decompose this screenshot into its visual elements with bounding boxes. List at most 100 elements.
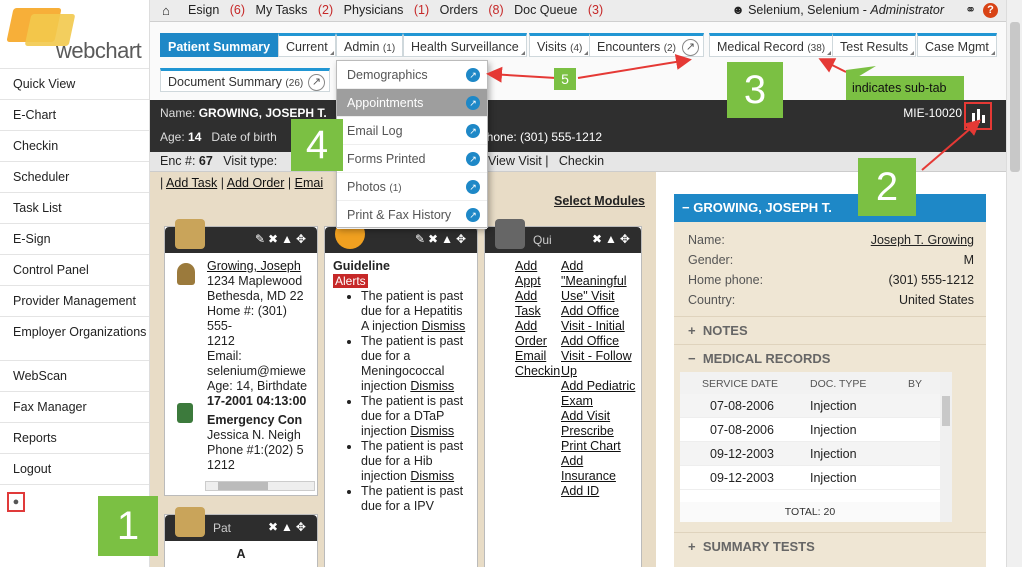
tab-test-results[interactable]: Test Results bbox=[832, 33, 917, 57]
admin-menu-item-label: Photos bbox=[347, 180, 386, 194]
col-service-date[interactable]: SERVICE DATE bbox=[702, 378, 778, 390]
col-by[interactable]: BY bbox=[908, 378, 922, 390]
medical-records-section-toggle[interactable]: − MEDICAL RECORDS bbox=[674, 344, 986, 372]
card-tools[interactable]: ✎✖▲✥ bbox=[415, 232, 469, 246]
email-label: Email: bbox=[207, 349, 242, 363]
open-external-icon[interactable]: ↗ bbox=[682, 39, 699, 56]
sidebar-item-reports[interactable]: Reports bbox=[0, 422, 149, 453]
open-external-icon[interactable]: ↗ bbox=[466, 180, 480, 194]
table-row[interactable]: 07-08-2006 Injection bbox=[680, 418, 952, 442]
user-role: Administrator bbox=[870, 3, 944, 17]
notes-section-toggle[interactable]: + NOTES bbox=[674, 316, 986, 344]
patient-summary-header[interactable]: − GROWING, JOSEPH T. bbox=[674, 194, 986, 222]
admin-menu-item-email-log[interactable]: Email Log ↗ bbox=[337, 117, 487, 145]
tab-health-surveillance[interactable]: Health Surveillance bbox=[403, 33, 527, 57]
add-pediatric-exam-link[interactable]: Add Pediatric Exam bbox=[561, 379, 639, 409]
add-mu-visit-link[interactable]: Add "Meaningful Use" Visit bbox=[561, 259, 639, 304]
patient-name-link[interactable]: Growing, Joseph bbox=[207, 259, 309, 274]
notepad-icon bbox=[175, 219, 205, 249]
add-task-link[interactable]: Add Task bbox=[515, 289, 563, 319]
add-insurance-link[interactable]: Add Insurance bbox=[561, 454, 639, 484]
sidebar-item-fax-manager[interactable]: Fax Manager bbox=[0, 391, 149, 422]
dismiss-link[interactable]: Dismiss bbox=[410, 424, 454, 438]
sidebar-item-webscan[interactable]: WebScan bbox=[0, 360, 149, 391]
admin-menu-item-photos[interactable]: Photos (1) ↗ bbox=[337, 173, 487, 201]
email-link[interactable]: Emai bbox=[295, 176, 323, 190]
view-visit-link[interactable]: View Visit bbox=[488, 154, 542, 168]
sidebar-item-logout[interactable]: Logout bbox=[0, 453, 149, 484]
card-hscrollbar[interactable] bbox=[205, 481, 315, 491]
print-chart-link[interactable]: Print Chart bbox=[561, 439, 639, 454]
patient-name-link[interactable]: Joseph T. Growing bbox=[871, 233, 974, 247]
checkin-link[interactable]: Checkin bbox=[515, 364, 563, 379]
add-order-link[interactable]: Add Order bbox=[515, 319, 563, 349]
tab-medical-record[interactable]: Medical Record (38) bbox=[709, 33, 834, 57]
open-external-icon[interactable]: ↗ bbox=[466, 152, 480, 166]
table-row[interactable]: 07-08-2006 Injection bbox=[680, 394, 952, 418]
admin-menu-item-demographics[interactable]: Demographics ↗ bbox=[337, 61, 487, 89]
table-row[interactable]: 09-12-2003 Injection bbox=[680, 466, 952, 490]
sidebar-item-checkin[interactable]: Checkin bbox=[0, 130, 149, 161]
add-order-link[interactable]: Add Order bbox=[227, 176, 285, 190]
email-value: selenium@miewe bbox=[207, 364, 306, 378]
subtab-note: indicates sub-tab bbox=[846, 76, 964, 100]
tab-case-mgmt[interactable]: Case Mgmt bbox=[917, 33, 997, 57]
table-scrollbar[interactable] bbox=[940, 372, 952, 522]
sidebar-item-employer-organizations[interactable]: Employer Organizations bbox=[0, 316, 149, 360]
dismiss-link[interactable]: Dismiss bbox=[410, 379, 454, 393]
current-user[interactable]: ☻ Selenium, Selenium - Administrator bbox=[731, 3, 944, 17]
chart-view-icon[interactable] bbox=[964, 102, 992, 130]
webchart-logo[interactable]: webchart bbox=[0, 0, 149, 68]
admin-menu-item-print-fax-history[interactable]: Print & Fax History ↗ bbox=[337, 201, 487, 229]
tab-current[interactable]: Current bbox=[278, 33, 336, 57]
topnav-physicians[interactable]: Physicians (1) bbox=[344, 3, 430, 17]
add-office-visit-followup-link[interactable]: Add Office Visit - Follow Up bbox=[561, 334, 639, 379]
tab-patient-summary[interactable]: Patient Summary bbox=[160, 33, 279, 57]
col-doc-type[interactable]: DOC. TYPE bbox=[810, 378, 866, 390]
open-external-icon[interactable]: ↗ bbox=[466, 96, 480, 110]
add-id-link[interactable]: Add ID bbox=[561, 484, 639, 499]
admin-menu-item-forms-printed[interactable]: Forms Printed ↗ bbox=[337, 145, 487, 173]
topnav-my-tasks[interactable]: My Tasks (2) bbox=[256, 3, 334, 17]
select-modules-link[interactable]: Select Modules bbox=[554, 194, 645, 208]
dismiss-link[interactable]: Dismiss bbox=[421, 319, 465, 333]
add-task-link[interactable]: Add Task bbox=[166, 176, 217, 190]
table-row[interactable]: 09-12-2003 Injection bbox=[680, 442, 952, 466]
admin-subtab-menu: Demographics ↗ Appointments ↗ Email Log ↗ Form… bbox=[336, 60, 488, 229]
tab-visits[interactable]: Visits (4) bbox=[529, 33, 591, 57]
home-phone-cont: 1212 bbox=[207, 334, 235, 348]
add-office-visit-initial-link[interactable]: Add Office Visit - Initial bbox=[561, 304, 639, 334]
open-external-icon[interactable]: ↗ bbox=[466, 124, 480, 138]
add-appt-link[interactable]: Add Appt bbox=[515, 259, 563, 289]
topnav-orders[interactable]: Orders (8) bbox=[440, 3, 504, 17]
summary-tests-section-toggle[interactable]: + SUMMARY TESTS bbox=[674, 532, 986, 560]
dismiss-link[interactable]: Dismiss bbox=[410, 469, 454, 483]
tab-admin[interactable]: Admin (1) bbox=[336, 33, 404, 57]
pin-icon[interactable]: ● bbox=[7, 492, 25, 512]
admin-menu-item-appointments[interactable]: Appointments ↗ bbox=[337, 89, 487, 117]
email-link[interactable]: Email bbox=[515, 349, 563, 364]
open-external-icon[interactable]: ↗ bbox=[308, 74, 325, 91]
sidebar-item-provider-management[interactable]: Provider Management bbox=[0, 285, 149, 316]
sidebar-item-task-list[interactable]: Task List bbox=[0, 192, 149, 223]
card-tools[interactable]: ✖▲✥ bbox=[592, 232, 633, 246]
sidebar-item-control-panel[interactable]: Control Panel bbox=[0, 254, 149, 285]
link-icon[interactable]: ⚭ bbox=[965, 2, 976, 18]
sidebar-item-e-sign[interactable]: E-Sign bbox=[0, 223, 149, 254]
topnav-esign[interactable]: Esign (6) bbox=[188, 3, 245, 17]
sidebar-item-quick-view[interactable]: Quick View bbox=[0, 68, 149, 99]
topnav-doc-queue[interactable]: Doc Queue (3) bbox=[514, 3, 603, 17]
sidebar-item-scheduler[interactable]: Scheduler bbox=[0, 161, 149, 192]
open-external-icon[interactable]: ↗ bbox=[466, 208, 480, 222]
help-icon[interactable]: ? bbox=[983, 3, 998, 18]
card-tools[interactable]: ✖▲✥ bbox=[268, 520, 309, 534]
tab-document-summary[interactable]: Document Summary (26) bbox=[160, 68, 330, 92]
open-external-icon[interactable]: ↗ bbox=[466, 68, 480, 82]
card-tools[interactable]: ✎✖▲✥ bbox=[255, 232, 309, 246]
page-scrollbar[interactable] bbox=[1006, 0, 1022, 567]
home-icon[interactable]: ⌂ bbox=[162, 3, 170, 18]
prescribe-link[interactable]: Prescribe bbox=[561, 424, 639, 439]
checkin-link[interactable]: Checkin bbox=[559, 154, 604, 168]
sidebar-item-e-chart[interactable]: E-Chart bbox=[0, 99, 149, 130]
add-visit-link[interactable]: Add Visit bbox=[561, 409, 639, 424]
